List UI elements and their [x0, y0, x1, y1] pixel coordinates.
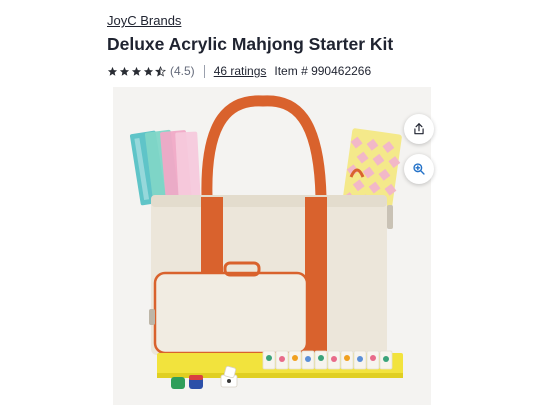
star-icon	[131, 66, 142, 76]
ratings-count-link[interactable]: 46 ratings	[214, 64, 267, 78]
zoom-button[interactable]	[404, 154, 434, 184]
rating-row: (4.5) 46 ratings Item # 990462266	[107, 63, 371, 79]
star-icon	[119, 66, 130, 76]
product-title: Deluxe Acrylic Mahjong Starter Kit	[107, 34, 394, 54]
zip-pouch	[149, 261, 309, 355]
star-icon	[143, 66, 154, 76]
rating-value: (4.5)	[170, 64, 195, 78]
star-rating[interactable]	[107, 65, 166, 77]
zoom-in-icon	[413, 163, 425, 175]
acrylic-racks	[129, 129, 201, 207]
half-star-icon	[155, 65, 166, 76]
share-button[interactable]	[404, 114, 434, 144]
bag-handles	[201, 95, 327, 203]
divider	[203, 64, 205, 78]
product-photo	[129, 95, 403, 389]
item-number: Item # 990462266	[274, 64, 372, 78]
tile-tray	[157, 350, 403, 378]
brand-link[interactable]: JoyC Brands	[107, 13, 181, 28]
share-icon	[414, 123, 424, 135]
product-image[interactable]	[113, 87, 431, 405]
star-icon	[107, 66, 118, 76]
